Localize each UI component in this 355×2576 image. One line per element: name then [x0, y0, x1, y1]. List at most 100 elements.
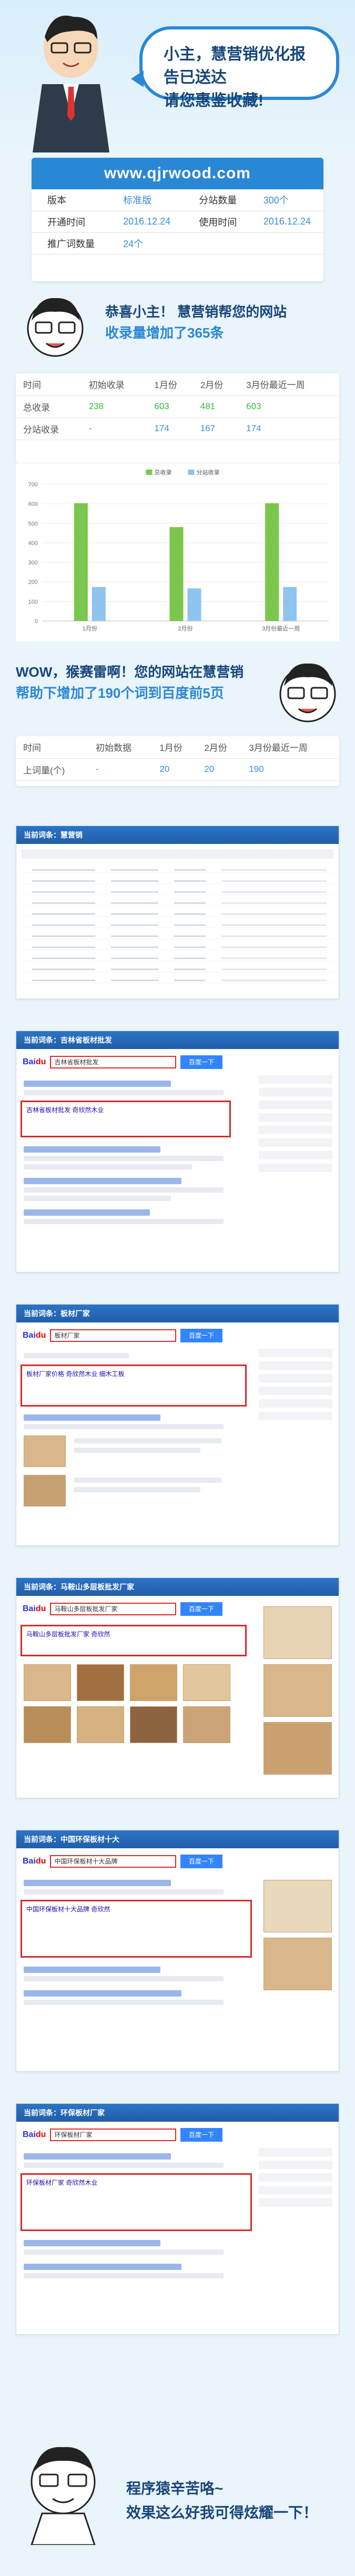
value-cell: 20 — [197, 758, 242, 781]
mascot-face-icon — [27, 298, 84, 357]
include-table: 时间 初始收录 1月份 2月份 3月份最近一周 总收录 238 603 481 … — [16, 373, 339, 440]
panel-title: 当前词条：中国环保板材十大 — [16, 1830, 339, 1848]
highlight-box: 中国环保板材十大品牌 奇欣然 — [21, 1900, 252, 1958]
panel-title: 当前词条：马鞍山多层板批发厂家 — [16, 1578, 339, 1596]
search-input[interactable]: 板材厂家 — [50, 1329, 176, 1342]
value-cell: 174 — [147, 418, 193, 440]
panel-body: Baidu 板材厂家 百度一下 板材厂家价格 奇欣然木业 细木工板 — [16, 1322, 339, 1545]
result-title[interactable]: 马鞍山多层板批发厂家 奇欣然 — [26, 1630, 110, 1638]
y-tick-label: 700 — [28, 482, 38, 488]
bar-chart: 0 100 200 300 400 500 600 700 总收录 分站收录 1月份 2月份 3月份最近… — [28, 469, 329, 632]
screenshot-panel: 当前词条：中国环保板材十大 Baidu 中国环保板材十大品牌 百度一下 中国环保… — [16, 1830, 339, 2072]
panel-title: 当前词条：环保板材厂家 — [16, 2104, 339, 2122]
y-tick-label: 200 — [28, 579, 38, 586]
mascot-avatar — [33, 15, 109, 152]
result-title[interactable]: 中国环保板材十大品牌 奇欣然 — [26, 1905, 110, 1913]
row-label: 分站收录 — [16, 418, 82, 440]
rank-table-card: 时间 初始数据 1月份 2月份 3月份最近一周 上词量(个) - 20 20 1… — [16, 736, 339, 786]
header-cell: 3月份最近一周 — [241, 736, 339, 759]
screenshot-panel: 当前词条：板材厂家 Baidu 板材厂家 百度一下 板材厂家价格 奇欣然木业 细… — [16, 1304, 339, 1546]
header-cell: 1月份 — [147, 373, 193, 396]
value-cell: 2016.12.24 — [247, 211, 323, 233]
y-tick-label: 500 — [28, 521, 38, 527]
value-cell: 481 — [192, 395, 239, 418]
value-cell: 20 — [152, 758, 197, 781]
y-tick-label: 300 — [28, 560, 38, 566]
site-info-card: www.qjrwood.com 版本 标准版 分站数量 300个 开通时间 20… — [32, 158, 323, 281]
highlight-box: 吉林省板材批发 奇欣然木业 — [21, 1101, 231, 1137]
highlight-box: 板材厂家价格 奇欣然木业 细木工板 — [21, 1365, 247, 1407]
chart-bar — [187, 588, 201, 621]
search-button[interactable]: 百度一下 — [180, 2128, 222, 2142]
search-input[interactable]: 马鞍山多层板批发厂家 — [50, 1603, 176, 1615]
hero-section: 小主，慧营销优化报告已送达 请您惠鉴收藏! — [0, 0, 355, 158]
label-cell: 使用时间 — [183, 211, 248, 233]
y-tick-label: 600 — [28, 501, 38, 507]
search-button[interactable]: 百度一下 — [180, 1329, 222, 1342]
chart-bar — [283, 587, 297, 621]
banner-line-1: 恭喜小主！ 慧营销帮您的网站 — [105, 304, 287, 320]
table-row: 版本 标准版 分站数量 300个 — [32, 189, 323, 211]
value-cell: 238 — [81, 395, 147, 418]
include-banner: 恭喜小主！ 慧营销帮您的网站 收录量增加了365条 — [0, 287, 355, 365]
header-cell: 初始收录 — [81, 373, 147, 396]
chart-bar — [74, 503, 88, 621]
value-cell: 603 — [239, 395, 339, 418]
sidebar — [259, 1349, 332, 1424]
footer-line-2: 效果这么好我可得炫耀一下！ — [126, 2504, 318, 2521]
table-header-row: 时间 初始数据 1月份 2月份 3月份最近一周 — [16, 736, 339, 759]
search-bar: Baidu 吉林省板材批发 百度一下 — [23, 1055, 222, 1069]
sidebar — [259, 1075, 332, 1176]
search-bar: Baidu 马鞍山多层板批发厂家 百度一下 — [23, 1602, 222, 1616]
search-bar: Baidu 板材厂家 百度一下 — [23, 1329, 222, 1342]
search-logo: Baidu — [23, 2130, 46, 2139]
header-cell: 2月份 — [192, 373, 239, 396]
search-input[interactable]: 环保板材厂家 — [50, 2129, 176, 2141]
row-label: 上词量(个) — [16, 758, 89, 781]
value-cell: 174 — [239, 418, 339, 440]
header-cell: 时间 — [16, 736, 89, 759]
search-button[interactable]: 百度一下 — [180, 1855, 222, 1868]
include-chart: 0 100 200 300 400 500 600 700 总收录 分站收录 1月份 2月份 3月份最近… — [16, 463, 339, 642]
search-input[interactable]: 吉林省板材批发 — [50, 1056, 176, 1068]
banner-line-2: 帮助下增加了190个词到百度前5页 — [16, 685, 224, 701]
table-header-row: 时间 初始收录 1月份 2月份 3月份最近一周 — [16, 373, 339, 396]
label-cell: 版本 — [32, 189, 108, 211]
result-title[interactable]: 环保板材厂家 奇欣然木业 — [26, 2178, 97, 2187]
search-input[interactable]: 中国环保板材十大品牌 — [50, 1855, 176, 1868]
table-row: 开通时间 2016.12.24 使用时间 2016.12.24 — [32, 211, 323, 233]
mascot-face-icon — [31, 2447, 96, 2545]
header-cell: 2月份 — [197, 736, 242, 759]
header-cell: 3月份最近一周 — [239, 373, 339, 396]
result-title[interactable]: 板材厂家价格 奇欣然木业 细木工板 — [26, 1369, 125, 1378]
row-label: 总收录 — [16, 395, 82, 418]
rank-table: 时间 初始数据 1月份 2月份 3月份最近一周 上词量(个) - 20 20 1… — [16, 736, 339, 781]
label-cell: 推广词数量 — [32, 232, 108, 254]
highlight-box: 马鞍山多层板批发厂家 奇欣然 — [21, 1625, 247, 1656]
search-button[interactable]: 百度一下 — [180, 1055, 222, 1069]
x-tick-label: 1月份 — [83, 625, 97, 632]
bubble-tail — [131, 70, 144, 87]
table-row: 总收录 238 603 481 603 — [16, 395, 339, 418]
panel-body: Baidu 马鞍山多层板批发厂家 百度一下 马鞍山多层板批发厂家 奇欣然 — [16, 1596, 339, 1798]
value-cell: 603 — [147, 395, 193, 418]
value-cell: - — [88, 758, 153, 781]
report-page: 小主，慧营销优化报告已送达 请您惠鉴收藏! www.qjrwood.com 版本… — [0, 0, 355, 2576]
value-cell: 167 — [192, 418, 239, 440]
search-button[interactable]: 百度一下 — [180, 1602, 222, 1616]
sidebar — [259, 2148, 332, 2211]
panel-body — [16, 844, 339, 999]
x-tick-label: 3月份最近一周 — [262, 625, 300, 632]
result-title[interactable]: 吉林省板材批发 奇欣然木业 — [26, 1105, 104, 1114]
value-cell: 24个 — [107, 232, 184, 254]
screenshot-panel: 当前词条：吉林省板材批发 Baidu 吉林省板材批发 百度一下 吉林省板材批发 … — [16, 1031, 339, 1272]
speech-bubble: 小主，慧营销优化报告已送达 请您惠鉴收藏! — [131, 26, 339, 109]
site-url[interactable]: www.qjrwood.com — [32, 158, 323, 189]
legend-swatch — [146, 470, 153, 475]
panel-title: 当前词条：慧营销 — [16, 826, 339, 844]
include-table-card: 时间 初始收录 1月份 2月份 3月份最近一周 总收录 238 603 481 … — [16, 373, 339, 463]
x-tick-label: 2月份 — [178, 625, 192, 632]
footer-section: 程序猿辛苦咯~ 效果这么好我可得炫耀一下！ — [0, 2419, 355, 2576]
header-cell: 时间 — [16, 373, 82, 396]
search-bar: Baidu 环保板材厂家 百度一下 — [23, 2128, 222, 2142]
